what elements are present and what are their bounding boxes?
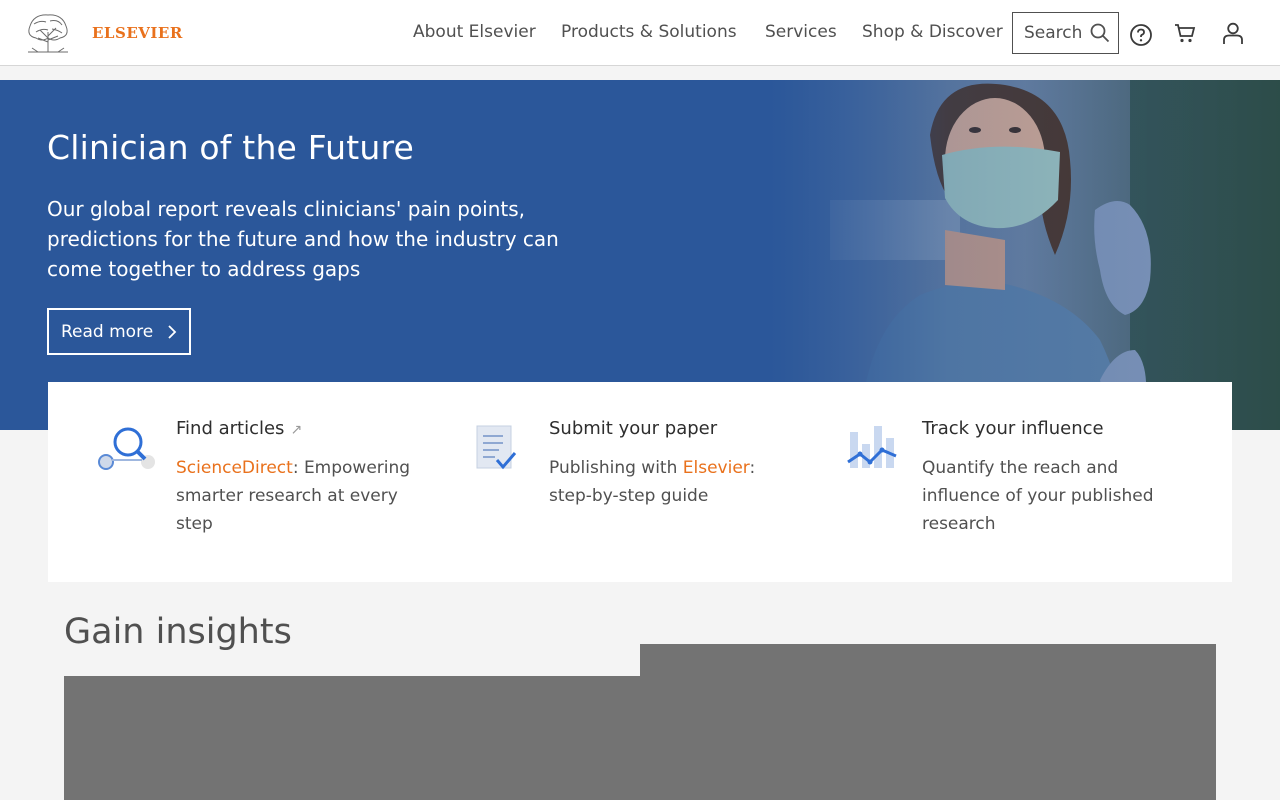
nav-services[interactable]: Services — [765, 22, 837, 42]
sciencedirect-link[interactable]: ScienceDirect — [176, 458, 293, 478]
card-track-influence: Track your influence Quantify the reach … — [842, 382, 1212, 582]
nav-shop-discover[interactable]: Shop & Discover — [862, 22, 1003, 42]
chevron-right-icon — [168, 324, 177, 339]
submit-paper-desc-pre: Publishing with — [549, 458, 683, 478]
track-influence-desc: Quantify the reach and influence of your… — [922, 458, 1154, 534]
card-find-articles: Find articles ↗ ScienceDirect: Empowering… — [96, 382, 466, 582]
card-submit-paper: Submit your paper Publishing with Elsevi… — [469, 382, 839, 582]
site-header: ELSEVIER About Elsevier Products & Solut… — [0, 0, 1280, 66]
find-articles-title: Find articles — [176, 418, 285, 439]
track-influence-title[interactable]: Track your influence — [922, 418, 1104, 439]
hero-title: Clinician of the Future — [47, 128, 415, 167]
search-button[interactable]: Search — [1012, 12, 1119, 54]
search-icon — [1091, 23, 1110, 43]
elsevier-logo[interactable]: ELSEVIER — [24, 11, 184, 55]
hero-description: Our global report reveals clinicians' pa… — [47, 197, 559, 281]
nav-about[interactable]: About Elsevier — [413, 22, 536, 42]
insight-card-placeholder — [64, 676, 640, 800]
cart-icon[interactable] — [1173, 21, 1197, 45]
nav-products-solutions[interactable]: Products & Solutions — [561, 22, 737, 42]
submit-paper-title[interactable]: Submit your paper — [549, 418, 717, 439]
section-title-gain-insights: Gain insights — [64, 612, 292, 652]
tree-logo-icon — [24, 12, 72, 54]
find-articles-link[interactable]: Find articles ↗ — [176, 418, 302, 439]
hero-banner: Clinician of the Future Our global repor… — [0, 80, 1280, 430]
logo-wordmark: ELSEVIER — [92, 24, 183, 42]
search-label: Search — [1024, 23, 1083, 43]
user-icon[interactable] — [1221, 21, 1245, 45]
quick-links-panel: Find articles ↗ ScienceDirect: Empowering… — [48, 382, 1232, 582]
elsevier-link[interactable]: Elsevier — [683, 458, 750, 478]
hero-clinician-photo — [770, 80, 1280, 430]
search-articles-icon — [98, 427, 155, 470]
chart-icon — [847, 426, 897, 468]
insight-image-placeholder — [640, 644, 1216, 800]
read-more-button[interactable]: Read more — [47, 308, 191, 355]
external-link-icon: ↗ — [290, 422, 303, 438]
submit-paper-desc: Publishing with Elsevier: step-by-step g… — [549, 454, 769, 510]
document-check-icon — [476, 425, 517, 470]
help-icon[interactable] — [1129, 23, 1153, 47]
find-articles-desc: ScienceDirect: Empowering smarter resear… — [176, 454, 436, 538]
read-more-label: Read more — [61, 321, 154, 342]
